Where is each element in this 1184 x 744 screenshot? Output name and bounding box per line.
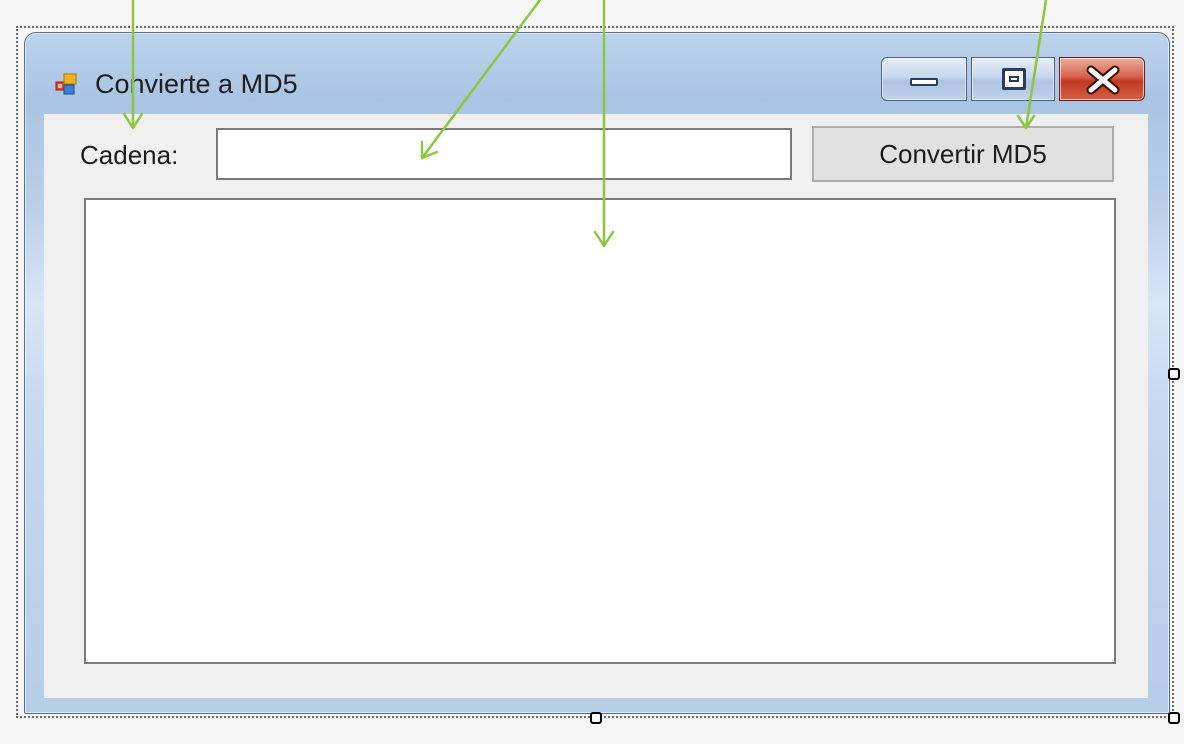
minimize-icon bbox=[910, 78, 938, 86]
minimize-button[interactable] bbox=[881, 57, 967, 101]
cadena-label: Cadena: bbox=[80, 140, 179, 170]
cadena-input[interactable] bbox=[216, 128, 792, 180]
close-button[interactable] bbox=[1059, 57, 1145, 101]
resize-handle-bottom[interactable] bbox=[590, 712, 602, 724]
resize-handle-right[interactable] bbox=[1168, 368, 1180, 380]
convert-md5-button[interactable]: Convertir MD5 bbox=[812, 126, 1114, 182]
md5-output-textbox[interactable] bbox=[84, 198, 1116, 664]
maximize-button[interactable] bbox=[971, 57, 1055, 101]
app-form-icon bbox=[55, 73, 77, 95]
maximize-icon bbox=[1002, 68, 1026, 90]
close-icon bbox=[1086, 65, 1120, 95]
resize-handle-corner[interactable] bbox=[1168, 712, 1180, 724]
window-title: Convierte a MD5 bbox=[95, 69, 298, 99]
caption-buttons bbox=[881, 57, 1147, 101]
